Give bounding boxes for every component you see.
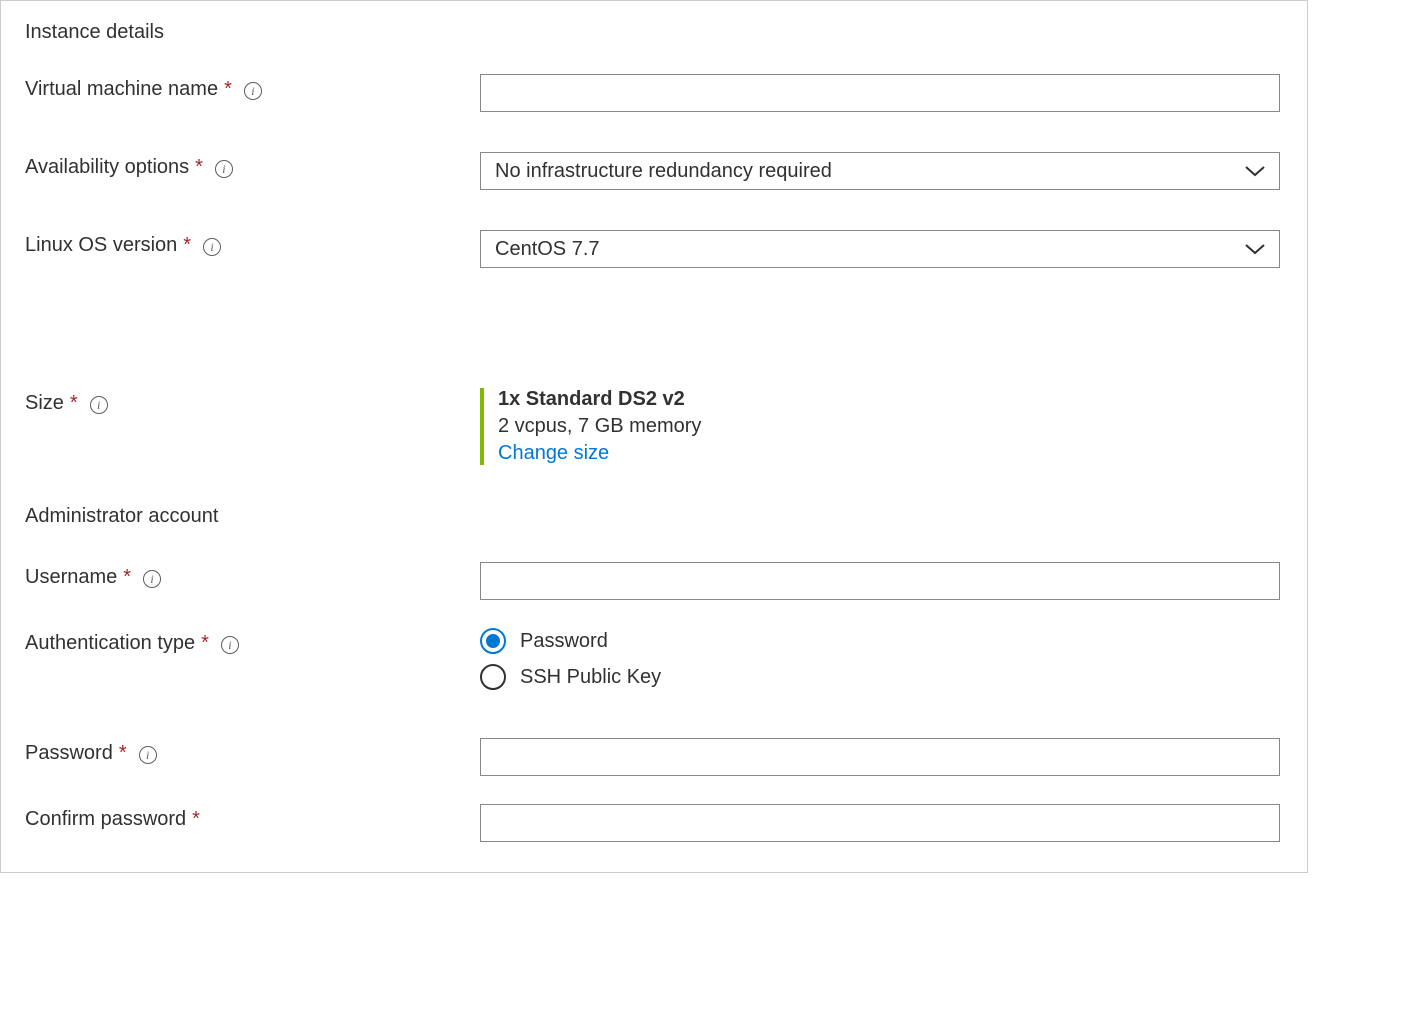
required-indicator: * <box>70 392 78 415</box>
instance-details-panel: Instance details Virtual machine name * … <box>0 0 1308 873</box>
availability-select[interactable]: No infrastructure redundancy required <box>480 152 1280 190</box>
row-username: Username * i <box>25 562 1283 600</box>
radio-unchecked-icon <box>480 664 506 690</box>
size-summary: 1x Standard DS2 v2 2 vcpus, 7 GB memory … <box>480 388 1280 465</box>
required-indicator: * <box>119 742 127 765</box>
change-size-link[interactable]: Change size <box>498 442 609 464</box>
row-vm-name: Virtual machine name * i <box>25 74 1283 112</box>
section-heading-instance-details: Instance details <box>25 21 1283 44</box>
required-indicator: * <box>195 156 203 179</box>
row-size: Size * i 1x Standard DS2 v2 2 vcpus, 7 G… <box>25 388 1283 465</box>
info-icon[interactable]: i <box>203 238 221 256</box>
info-icon[interactable]: i <box>139 746 157 764</box>
label-size: Size * i <box>25 388 480 415</box>
section-heading-admin-account: Administrator account <box>25 505 1283 528</box>
info-icon[interactable]: i <box>143 570 161 588</box>
auth-type-radio-password[interactable]: Password <box>480 628 1280 654</box>
row-password: Password * i <box>25 738 1283 776</box>
vm-name-input[interactable] <box>480 74 1280 112</box>
row-availability: Availability options * i No infrastructu… <box>25 152 1283 190</box>
radio-checked-icon <box>480 628 506 654</box>
label-username: Username * i <box>25 562 480 589</box>
confirm-password-input[interactable] <box>480 804 1280 842</box>
required-indicator: * <box>201 632 209 655</box>
label-availability: Availability options * i <box>25 152 480 179</box>
row-os-version: Linux OS version * i CentOS 7.7 <box>25 230 1283 268</box>
row-auth-type: Authentication type * i Password SSH Pub… <box>25 628 1283 690</box>
os-version-select[interactable]: CentOS 7.7 <box>480 230 1280 268</box>
size-title: 1x Standard DS2 v2 <box>498 388 1280 411</box>
row-confirm-password: Confirm password * <box>25 804 1283 842</box>
label-password: Password * i <box>25 738 480 765</box>
size-subtitle: 2 vcpus, 7 GB memory <box>498 415 1280 438</box>
info-icon[interactable]: i <box>90 396 108 414</box>
required-indicator: * <box>183 234 191 257</box>
required-indicator: * <box>123 566 131 589</box>
username-input[interactable] <box>480 562 1280 600</box>
label-confirm-password: Confirm password * <box>25 804 480 831</box>
auth-type-radio-ssh[interactable]: SSH Public Key <box>480 664 1280 690</box>
info-icon[interactable]: i <box>215 160 233 178</box>
auth-type-radio-group: Password SSH Public Key <box>480 628 1280 690</box>
info-icon[interactable]: i <box>221 636 239 654</box>
label-os-version: Linux OS version * i <box>25 230 480 257</box>
required-indicator: * <box>224 78 232 101</box>
password-input[interactable] <box>480 738 1280 776</box>
info-icon[interactable]: i <box>244 82 262 100</box>
label-vm-name: Virtual machine name * i <box>25 74 480 101</box>
label-auth-type: Authentication type * i <box>25 628 480 655</box>
required-indicator: * <box>192 808 200 831</box>
